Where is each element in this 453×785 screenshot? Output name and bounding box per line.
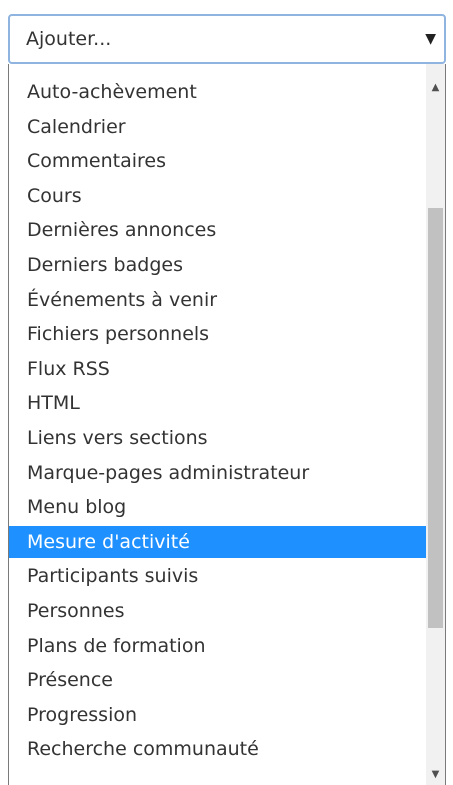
dropdown-listbox[interactable]: Recherche communauté Progression Présence P… (8, 64, 446, 785)
list-option[interactable]: Présence (9, 664, 426, 696)
add-block-select[interactable]: Ajouter... ▼ (8, 14, 446, 64)
list-option[interactable]: HTML (9, 387, 426, 419)
list-option[interactable]: Fichiers personnels (9, 318, 426, 350)
list-option[interactable]: Progression (9, 699, 426, 731)
page: Ajouter... ▼ Recherche communauté Progres… (0, 0, 453, 785)
scroll-up-icon[interactable]: ▲ (426, 78, 445, 98)
list-option[interactable]: Calendrier (9, 111, 426, 143)
list-option[interactable]: Flux RSS (9, 353, 426, 385)
select-value: Ajouter... (26, 28, 112, 50)
list-option[interactable]: Participants suivis (9, 560, 426, 592)
list-option[interactable]: Plans de formation (9, 630, 426, 662)
list-option[interactable]: Personnes (9, 595, 426, 627)
list-option[interactable]: Auto-achèvement (9, 76, 426, 108)
list-option[interactable]: Mesure d'activité (9, 525, 426, 558)
chevron-down-icon: ▼ (425, 31, 436, 47)
list-option[interactable]: Cours (9, 180, 426, 212)
list-option[interactable]: Derniers badges (9, 249, 426, 281)
scroll-thumb[interactable] (428, 208, 443, 628)
list-option[interactable]: Commentaires (9, 145, 426, 177)
list-option[interactable]: Marque-pages administrateur (9, 457, 426, 489)
list-option[interactable]: Dernières annonces (9, 214, 426, 246)
list-option[interactable]: Liens vers sections (9, 422, 426, 454)
list-option[interactable]: Événements à venir (9, 284, 426, 316)
scroll-down-icon[interactable]: ▼ (426, 765, 445, 785)
list-option[interactable]: Recherche communauté (9, 733, 426, 765)
vertical-scrollbar[interactable]: ▲ ▼ (426, 64, 445, 785)
list-option[interactable]: Menu blog (9, 491, 426, 523)
